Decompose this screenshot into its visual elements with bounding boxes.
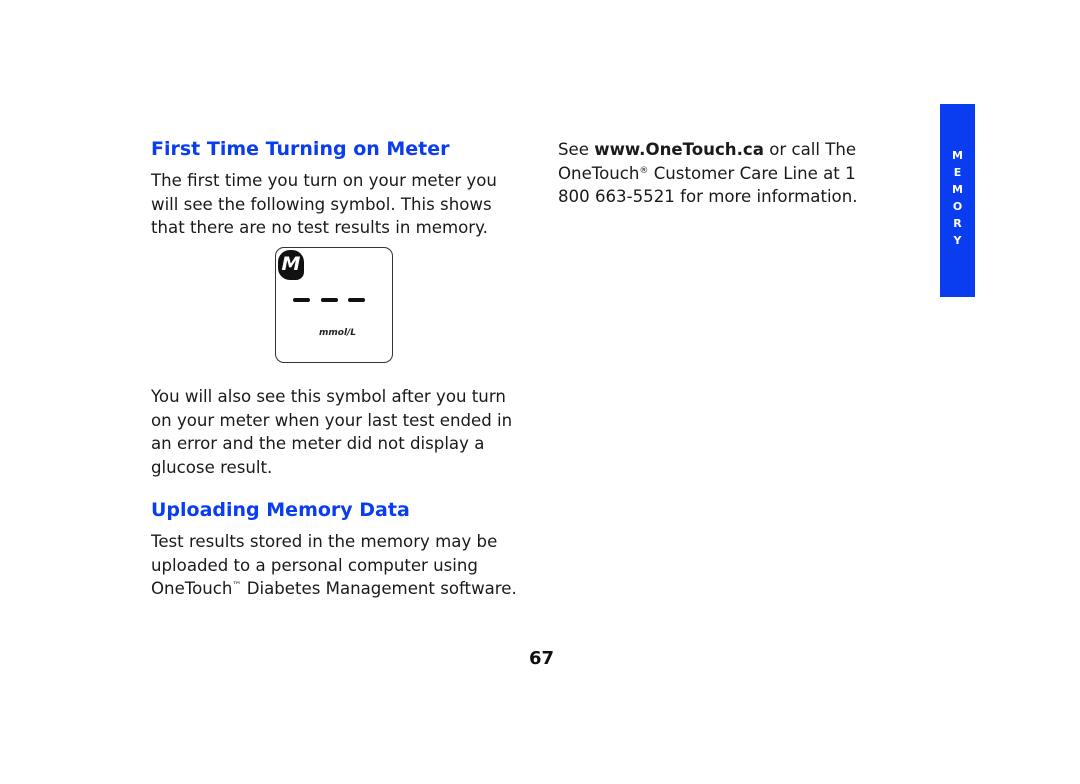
uploading-text-end: Diabetes Management software. [241,579,517,598]
memory-icon: M [278,250,304,280]
followup-paragraph: You will also see this symbol after you … [151,387,513,477]
tab-letter: M [952,149,963,162]
tab-letter: O [952,200,963,213]
tab-letter: R [953,217,962,230]
dash-segment [348,298,365,302]
section-heading-first-time: First Time Turning on Meter [151,138,450,160]
page-number: 67 [529,648,555,669]
unit-label: mmol/L [319,328,357,338]
meter-display-illustration: M mmol/L [275,247,393,363]
intro-paragraph: The first time you turn on your meter yo… [151,171,497,237]
website-link[interactable]: www.OneTouch.ca [594,140,764,159]
section-heading-uploading: Uploading Memory Data [151,499,410,521]
dash-segment [321,298,338,302]
tab-label: M E M O R Y [940,147,975,249]
tab-letter: E [953,166,962,179]
uploading-paragraph: Test results stored in the memory may be… [151,530,536,601]
tab-letter: Y [953,234,962,247]
contact-see: See [558,140,595,159]
tab-letter: M [952,183,963,196]
memory-section-tab: M E M O R Y [940,104,975,297]
dash-segment [293,298,310,302]
contact-paragraph: See www.OneTouch.ca or call The OneTouch… [558,138,888,209]
